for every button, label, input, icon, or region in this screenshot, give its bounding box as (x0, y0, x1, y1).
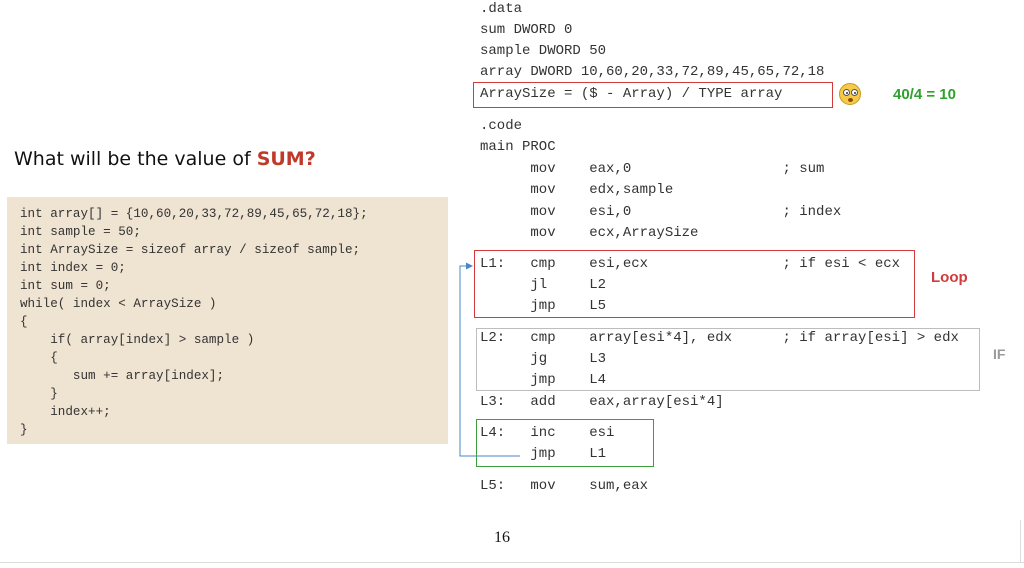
c-code-line: int sum = 0; (20, 279, 111, 293)
question-emphasis: SUM? (256, 148, 316, 170)
asm-line: L3: add eax,array[esi*4] (480, 394, 724, 410)
slide-bottom-rule (0, 562, 1024, 563)
c-code-line: index++; (20, 405, 111, 419)
asm-line: mov edx,sample (480, 182, 674, 198)
c-code-line: int ArraySize = sizeof array / sizeof sa… (20, 243, 361, 257)
asm-line: mov ecx,ArraySize (480, 225, 699, 241)
asm-line: mov eax,0 ; sum (480, 161, 825, 177)
c-code-line: } (20, 423, 28, 437)
asm-line: sum DWORD 0 (480, 22, 573, 38)
c-code-panel: int array[] = {10,60,20,33,72,89,45,65,7… (7, 197, 448, 444)
arraysize-calculation-note: 40/4 = 10 (893, 86, 956, 103)
arrow-head (466, 262, 473, 270)
c-code-line: int sample = 50; (20, 225, 141, 239)
if-label: IF (993, 346, 1006, 362)
arraysize-highlight-box (473, 82, 833, 108)
c-code-line: { (20, 315, 28, 329)
c-code-line: while( index < ArraySize ) (20, 297, 217, 311)
c-code-line: if( array[index] > sample ) (20, 333, 255, 347)
increment-block-box (476, 419, 654, 467)
asm-line: mov esi,0 ; index (480, 204, 842, 220)
c-code-line: } (20, 387, 58, 401)
asm-line: sample DWORD 50 (480, 43, 607, 59)
asm-line: array DWORD 10,60,20,33,72,89,45,65,72,1… (480, 64, 825, 80)
flushed-face-icon (839, 83, 861, 105)
c-code-line: sum += array[index]; (20, 369, 225, 383)
c-code-line: { (20, 351, 58, 365)
asm-line: .code (480, 118, 523, 134)
asm-line: main PROC (480, 139, 556, 155)
question-heading: What will be the value of SUM? (14, 148, 316, 170)
c-code-line: int index = 0; (20, 261, 126, 275)
loop-condition-box (474, 250, 915, 318)
loop-label: Loop (931, 269, 968, 286)
slide-right-rule (1020, 520, 1021, 562)
question-text: What will be the value of (14, 148, 257, 170)
asm-line: L5: mov sum,eax (480, 478, 649, 494)
asm-line: .data (480, 1, 523, 17)
page-number: 16 (494, 529, 510, 546)
c-code-line: int array[] = {10,60,20,33,72,89,45,65,7… (20, 207, 368, 221)
if-condition-box (476, 328, 980, 391)
